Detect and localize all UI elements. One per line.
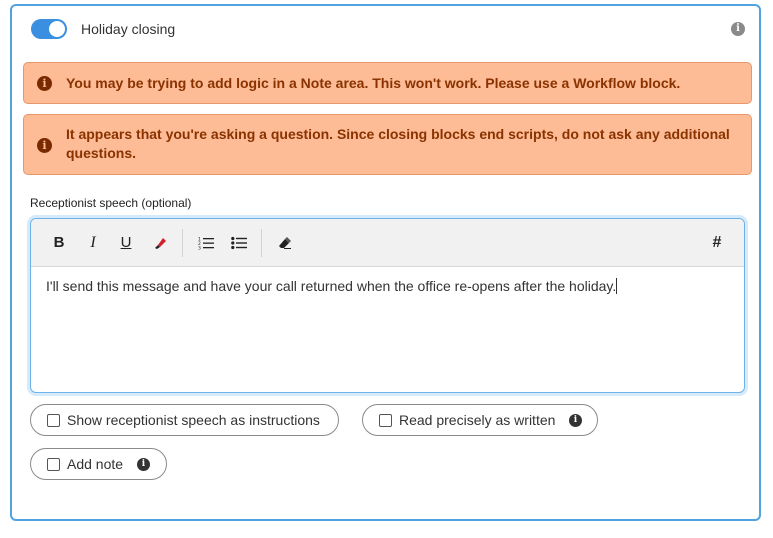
info-icon[interactable]: i	[569, 414, 582, 427]
text-caret	[616, 278, 618, 294]
speech-text: I'll send this message and have your cal…	[46, 278, 617, 294]
read-precisely-option[interactable]: Read precisely as written i	[362, 404, 598, 436]
variable-button[interactable]: #	[707, 233, 727, 253]
warning-text: It appears that you're asking a question…	[66, 126, 730, 161]
bold-button[interactable]: B	[49, 233, 69, 253]
add-note-label: Add note	[67, 456, 124, 472]
add-note-option[interactable]: Add note i	[30, 448, 167, 480]
panel-title: Holiday closing	[81, 21, 176, 37]
editor-toolbar: B I U 1 2 3 #	[31, 219, 744, 267]
info-icon[interactable]: i	[731, 22, 745, 36]
eraser-icon[interactable]	[275, 233, 295, 253]
speech-label: Receptionist speech (optional)	[30, 196, 192, 210]
warning-question: i It appears that you're asking a questi…	[23, 114, 752, 175]
info-icon: i	[37, 76, 52, 91]
info-icon[interactable]: i	[137, 458, 150, 471]
holiday-closing-panel: Holiday closing i i You may be trying to…	[10, 4, 761, 521]
holiday-closing-toggle[interactable]	[31, 19, 67, 39]
toggle-knob	[49, 21, 65, 37]
speech-text-area[interactable]: I'll send this message and have your cal…	[46, 278, 729, 294]
bullet-list-icon[interactable]	[229, 233, 249, 253]
read-precisely-label: Read precisely as written	[399, 412, 556, 428]
info-icon: i	[37, 138, 52, 153]
toolbar-separator	[182, 229, 183, 257]
marker-icon[interactable]	[150, 233, 170, 253]
add-note-checkbox[interactable]	[47, 458, 60, 471]
underline-button[interactable]: U	[116, 233, 136, 253]
speech-editor: B I U 1 2 3 # I'll send this message and…	[30, 218, 745, 393]
ordered-list-icon[interactable]: 1 2 3	[196, 233, 216, 253]
show-instructions-option[interactable]: Show receptionist speech as instructions	[30, 404, 339, 436]
warning-text: You may be trying to add logic in a Note…	[66, 75, 681, 91]
italic-button[interactable]: I	[83, 233, 103, 253]
show-instructions-checkbox[interactable]	[47, 414, 60, 427]
show-instructions-label: Show receptionist speech as instructions	[67, 412, 320, 428]
svg-text:3: 3	[198, 246, 201, 251]
read-precisely-checkbox[interactable]	[379, 414, 392, 427]
warning-logic-note: i You may be trying to add logic in a No…	[23, 62, 752, 104]
toolbar-separator	[261, 229, 262, 257]
